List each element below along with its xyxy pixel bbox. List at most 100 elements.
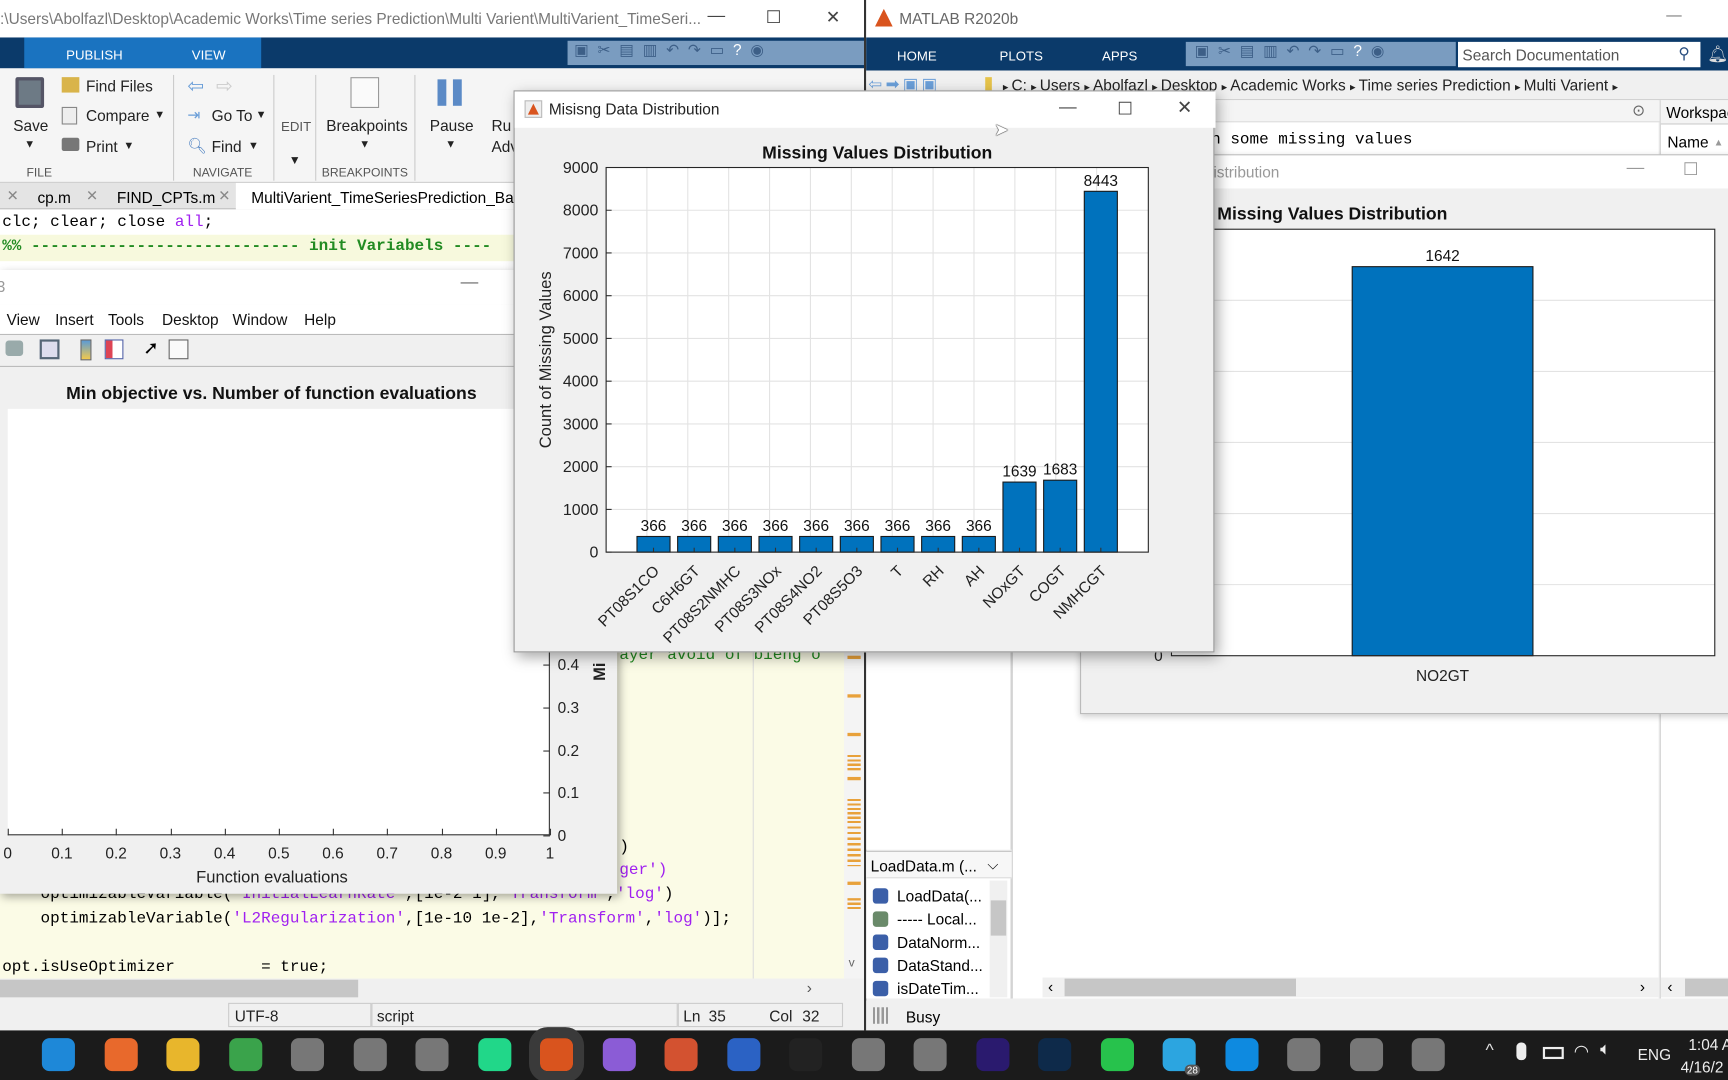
search-icon[interactable]: ⚲ [1678,44,1689,63]
language-indicator[interactable]: ENG [1638,1046,1671,1064]
word-icon[interactable] [726,1038,760,1072]
minimize-button[interactable]: — [1627,159,1645,179]
clock-date[interactable]: 4/16/2 [1681,1058,1724,1076]
colorbar-icon[interactable] [80,339,92,361]
property-editor-icon[interactable] [168,339,189,360]
file-tab-active[interactable]: MultiVarient_TimeSeriesPrediction_Baye [251,188,530,206]
show-hidden-icons-chevron[interactable]: ^ [1486,1041,1494,1061]
editor-horizontal-scrollbar[interactable]: › [0,978,845,999]
edge-icon[interactable] [41,1038,75,1072]
compare-button[interactable]: Compare [86,107,149,125]
volume-icon[interactable]: 🔈︎ [1600,1040,1611,1060]
app-icon[interactable] [1349,1038,1383,1072]
print-dropdown[interactable]: ▼ [123,140,134,152]
app-icon[interactable] [290,1038,324,1072]
telegram-icon[interactable]: 28 [1162,1038,1201,1076]
breadcrumb-item[interactable]: Multi Varient [1524,76,1613,94]
panel-options-icon[interactable]: ⊙ [1632,101,1645,120]
money-icon[interactable] [1100,1038,1134,1072]
print-button[interactable]: Print [86,138,118,156]
edit-group-button[interactable]: EDIT [281,119,311,134]
app-icon[interactable] [851,1038,885,1072]
notification-bell-icon[interactable]: 🔔︎ [1707,44,1728,64]
menu-insert[interactable]: Insert [55,311,94,329]
scroll-right-icon[interactable]: › [1640,978,1645,996]
search-documentation-input[interactable]: Search Documentation ⚲ [1457,41,1701,68]
legend-icon[interactable] [104,339,124,360]
pointer-icon[interactable]: ➚ [143,337,159,359]
app-icon[interactable] [353,1038,387,1072]
menu-help[interactable]: Help [304,311,336,329]
wifi-icon[interactable]: ◠ [1574,1040,1589,1062]
compare-dropdown[interactable]: ▼ [154,109,165,121]
photoshop-icon[interactable] [1038,1038,1072,1072]
pause-button[interactable]: Pause [430,117,474,135]
run-advance-button[interactable]: Ru [492,117,512,135]
tab-view[interactable]: VIEW [192,47,226,62]
details-dropdown[interactable]: LoadData.m (... ⌵ [866,851,1012,879]
minimize-button[interactable]: — [694,7,738,27]
close-tab-icon[interactable]: ✕ [218,187,230,205]
help-icon[interactable]: ? [733,41,750,59]
app-icon[interactable] [913,1038,947,1072]
tab-plots[interactable]: PLOTS [1000,48,1043,63]
download-manager-icon[interactable] [228,1038,262,1072]
chrome-icon[interactable] [166,1038,200,1072]
maximize-button[interactable]: ☐ [1683,159,1699,181]
details-scrollbar[interactable] [989,880,1008,998]
microphone-icon[interactable] [1516,1042,1527,1061]
firefox-icon[interactable] [104,1038,138,1072]
close-button[interactable]: ✕ [811,7,855,29]
app-icon[interactable] [1287,1038,1321,1072]
save-icon[interactable] [15,77,45,108]
tab-home[interactable]: HOME [897,48,937,63]
find-button[interactable]: Find [212,138,242,156]
close-tab-icon[interactable]: ✕ [7,187,19,205]
media-player-icon[interactable] [789,1038,823,1072]
premiere-icon[interactable] [975,1038,1009,1072]
workspace-name-column[interactable]: Name [1667,133,1708,151]
scroll-down-icon[interactable]: v [849,957,855,970]
export-icon[interactable] [39,339,60,360]
breakpoints-button[interactable]: Breakpoints [326,117,407,135]
minimize-button[interactable]: — [1666,6,1681,24]
back-arrow-icon[interactable]: ⇦ [187,75,204,98]
bayes-axes[interactable] [7,408,550,836]
help-icon[interactable]: ? [1353,42,1370,60]
command-horizontal-scrollbar[interactable]: ‹ › [1042,977,1660,998]
app-icon[interactable] [1411,1038,1445,1072]
function-list-item[interactable]: DataNorm... [872,933,980,951]
file-tab-find-cpts[interactable]: FIND_CPTs.m [117,188,216,206]
save-button[interactable]: Save [13,117,48,135]
maximize-button[interactable]: ☐ [752,7,796,29]
workspace-horizontal-scrollbar[interactable]: ‹ [1660,977,1728,998]
battery-icon[interactable] [1542,1046,1564,1060]
menu-desktop[interactable]: Desktop [162,311,219,329]
menu-tools[interactable]: Tools [108,311,144,329]
clock-time[interactable]: 1:04 A [1688,1036,1728,1054]
print-icon[interactable] [5,340,24,356]
function-list-item[interactable]: isDateTim... [872,980,979,997]
scroll-left-icon[interactable]: ‹ [1048,978,1053,996]
visual-studio-icon[interactable] [602,1038,636,1072]
menu-window[interactable]: Window [233,311,288,329]
app-icon[interactable] [415,1038,449,1072]
matlab-icon[interactable] [528,1027,585,1080]
tab-publish[interactable]: PUBLISH [66,47,123,62]
minimize-button[interactable]: — [461,273,479,293]
function-list-item[interactable]: DataStand... [872,957,983,974]
edit-dropdown[interactable]: ▼ [289,154,301,167]
forward-arrow-icon[interactable]: ⇨ [216,75,233,98]
find-files-button[interactable]: Find Files [86,77,153,95]
menu-view[interactable]: View [7,311,40,329]
close-button[interactable]: ✕ [1163,97,1207,119]
file-tab-cp[interactable]: cp.m [37,188,70,206]
scroll-right-icon[interactable]: › [807,979,812,997]
save-dropdown[interactable]: ▼ [24,139,35,151]
go-to-button[interactable]: Go To [212,107,253,125]
minimize-button[interactable]: — [1046,98,1090,118]
maximize-button[interactable]: ☐ [1103,98,1147,120]
skype-icon[interactable] [1224,1038,1258,1072]
close-tab-icon[interactable]: ✕ [86,187,98,205]
breadcrumb-item[interactable]: Time series Prediction [1359,76,1515,94]
